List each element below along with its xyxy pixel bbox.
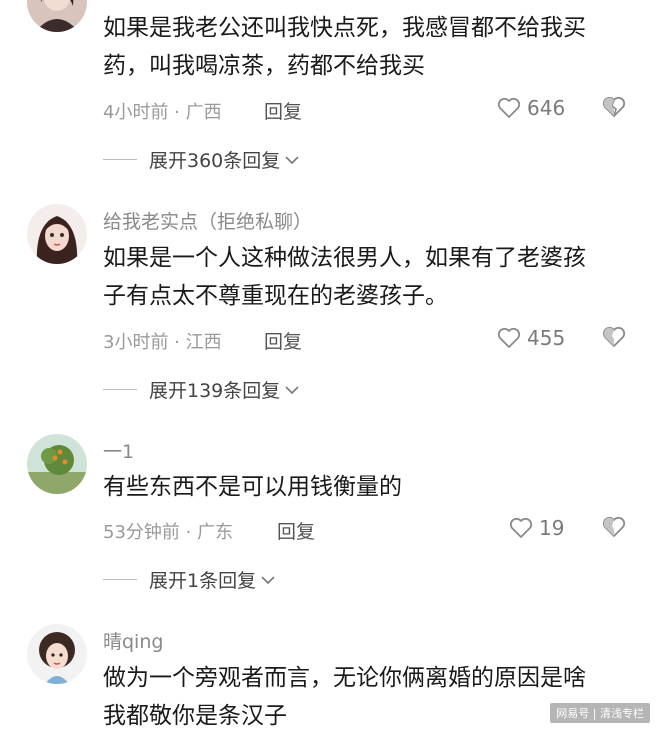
comment-text: 做为一个旁观者而言，无论你俩离婚的原因是啥 我都敬你是条汉子	[103, 659, 648, 735]
username[interactable]: 给我老实点（拒绝私聊）	[103, 207, 312, 234]
comment-text: 有些东西不是可以用钱衡量的	[103, 468, 648, 506]
heart-outline-icon	[497, 97, 521, 118]
divider-line	[103, 389, 137, 390]
dislike-button[interactable]	[602, 96, 626, 122]
expand-replies-button[interactable]: 展开139条回复	[103, 376, 300, 403]
comment-time-location: 53分钟前 · 广东	[103, 522, 234, 543]
comment-text-line: 有些东西不是可以用钱衡量的	[103, 474, 402, 500]
expand-replies-button[interactable]: 展开360条回复	[103, 146, 300, 173]
like-count: 646	[527, 96, 566, 120]
like-count: 19	[539, 516, 565, 540]
like-button[interactable]: 646	[497, 96, 565, 120]
like-button[interactable]: 455	[497, 326, 565, 350]
broken-heart-icon	[602, 96, 626, 117]
comment-text-line: 如果是我老公还叫我快点死，我感冒都不给我买	[103, 15, 586, 41]
avatar-image	[27, 434, 87, 494]
comment-text-line: 做为一个旁观者而言，无论你俩离婚的原因是啥	[103, 665, 586, 691]
chevron-down-icon	[285, 155, 299, 164]
like-button[interactable]: 19	[509, 516, 564, 540]
divider-line	[103, 159, 137, 160]
broken-heart-icon	[602, 516, 626, 537]
heart-outline-icon	[497, 327, 521, 348]
chevron-down-icon	[285, 385, 299, 394]
expand-replies-label: 展开139条回复	[149, 380, 281, 402]
expand-replies-label: 展开360条回复	[149, 150, 281, 172]
comment-text-line: 子有点太不尊重现在的老婆孩子。	[103, 283, 448, 309]
username[interactable]: 晴qing	[103, 627, 163, 654]
avatar-image	[27, 204, 87, 264]
dislike-button[interactable]	[602, 516, 626, 542]
heart-outline-icon	[509, 517, 533, 538]
comment-text: 如果是一个人这种做法很男人，如果有了老婆孩 子有点太不尊重现在的老婆孩子。	[103, 239, 648, 315]
avatar[interactable]	[27, 204, 87, 264]
avatar[interactable]	[27, 0, 87, 32]
comment-item: 如果是我老公还叫我快点死，我感冒都不给我买 药，叫我喝凉茶，药都不给我买 4小时…	[0, 0, 660, 185]
reply-button[interactable]: 回复	[264, 97, 302, 124]
dislike-button[interactable]	[602, 326, 626, 352]
reply-button[interactable]: 回复	[264, 327, 302, 354]
comment-text-line: 药，叫我喝凉茶，药都不给我买	[103, 53, 425, 79]
reply-button[interactable]: 回复	[277, 517, 315, 544]
divider-line	[103, 579, 137, 580]
source-watermark: 网易号 | 清浅专栏	[550, 703, 650, 723]
like-count: 455	[527, 326, 566, 350]
broken-heart-icon	[602, 326, 626, 347]
comment-text: 如果是我老公还叫我快点死，我感冒都不给我买 药，叫我喝凉茶，药都不给我买	[103, 9, 648, 85]
comment-time-location: 4小时前 · 广西	[103, 102, 222, 123]
username[interactable]: 一1	[103, 437, 134, 464]
avatar-image	[27, 624, 87, 684]
expand-replies-button[interactable]: 展开1条回复	[103, 566, 276, 593]
comment-item: 一1 有些东西不是可以用钱衡量的 53分钟前 · 广东 回复 19 展开1条回复	[0, 430, 660, 600]
comment-text-line: 如果是一个人这种做法很男人，如果有了老婆孩	[103, 245, 586, 271]
expand-replies-label: 展开1条回复	[149, 570, 257, 592]
comment-item: 给我老实点（拒绝私聊） 如果是一个人这种做法很男人，如果有了老婆孩 子有点太不尊…	[0, 200, 660, 415]
chevron-down-icon	[261, 575, 275, 584]
avatar[interactable]	[27, 434, 87, 494]
avatar[interactable]	[27, 624, 87, 684]
comment-time-location: 3小时前 · 江西	[103, 332, 222, 353]
avatar-image	[27, 0, 87, 32]
